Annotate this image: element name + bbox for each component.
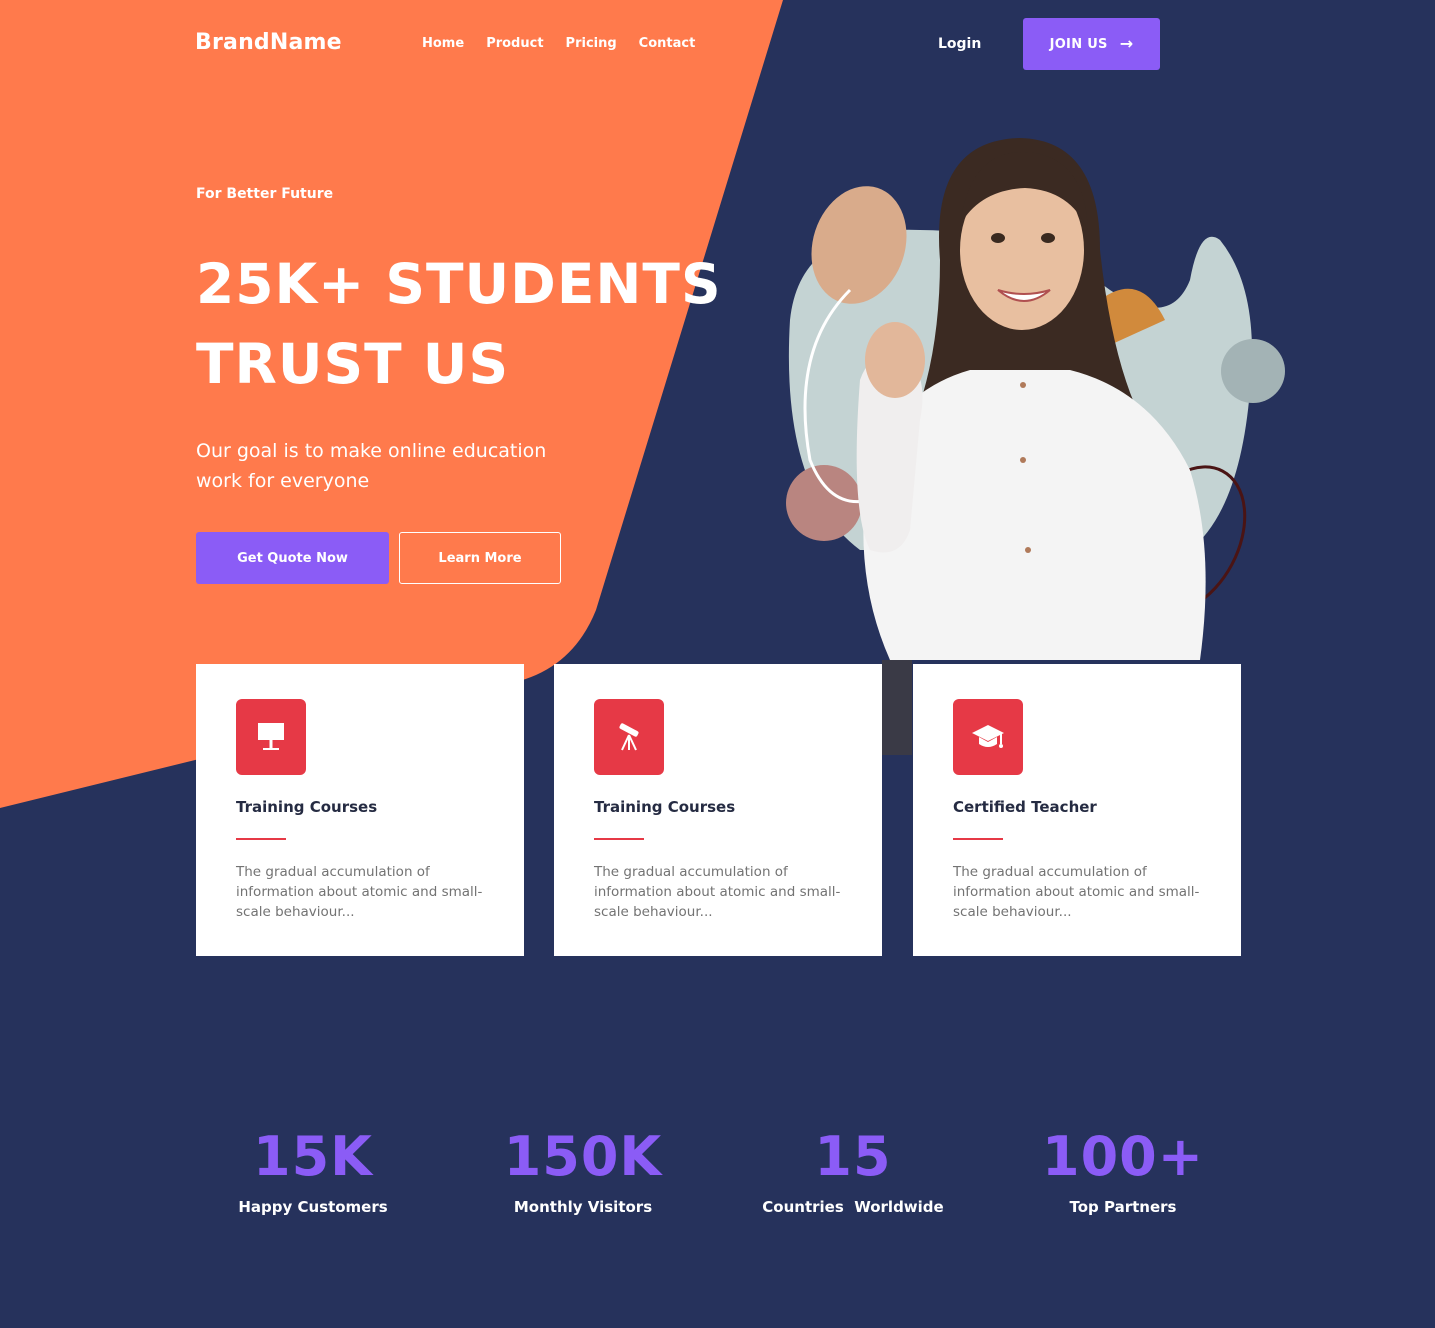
headline-line-2: TRUST US: [196, 332, 510, 396]
stat-item: 150K Monthly Visitors: [453, 1125, 713, 1217]
stat-label: Countries Worldwide: [762, 1198, 944, 1216]
card-divider: [594, 838, 644, 840]
nav-home[interactable]: Home: [422, 36, 464, 51]
nav-product[interactable]: Product: [486, 36, 543, 51]
stat-label: Monthly Visitors: [513, 1198, 653, 1216]
hero-subtitle: Our goal is to make online education wor…: [196, 440, 547, 492]
card-description: The gradual accumulation of information …: [594, 864, 841, 920]
feature-card[interactable]: Certified Teacher The gradual accumulati…: [913, 664, 1241, 956]
stat-item: 15 Countries Worldwide: [723, 1125, 983, 1217]
join-us-label: JOIN US: [1049, 36, 1108, 52]
headline-line-1: 25K+ STUDENTS: [196, 252, 722, 316]
stat-label: Top Partners: [1069, 1198, 1177, 1216]
telescope-icon: [594, 699, 664, 775]
nav-pricing[interactable]: Pricing: [566, 36, 617, 51]
main-nav: Home Product Pricing Contact: [422, 36, 695, 51]
card-description: The gradual accumulation of information …: [953, 864, 1200, 920]
stat-item: 100+ Top Partners: [993, 1125, 1253, 1217]
card-title: Training Courses: [594, 798, 736, 816]
card-title: Certified Teacher: [953, 798, 1097, 816]
stat-value: 150K: [503, 1125, 663, 1188]
stat-value: 100+: [1042, 1125, 1204, 1188]
feature-card[interactable]: Training Courses The gradual accumulatio…: [554, 664, 882, 956]
login-link[interactable]: Login: [938, 36, 981, 52]
get-quote-button[interactable]: Get Quote Now: [196, 532, 389, 584]
join-us-button[interactable]: JOIN US →: [1023, 18, 1160, 70]
arrow-right-icon: →: [1119, 34, 1134, 53]
brand-logo[interactable]: BrandName: [195, 30, 342, 55]
card-divider: [953, 838, 1003, 840]
hero-tagline: For Better Future: [196, 186, 334, 202]
feature-card[interactable]: Training Courses The gradual accumulatio…: [196, 664, 524, 956]
stat-item: 15K Happy Customers: [183, 1125, 443, 1217]
card-title: Training Courses: [236, 798, 378, 816]
nav-contact[interactable]: Contact: [639, 36, 696, 51]
card-description: The gradual accumulation of information …: [236, 864, 483, 920]
stat-value: 15: [814, 1125, 892, 1188]
stat-value: 15K: [253, 1125, 373, 1188]
hero-headline: 25K+ STUDENTS TRUST US: [196, 244, 756, 404]
card-divider: [236, 838, 286, 840]
presentation-board-icon: [236, 699, 306, 775]
learn-more-button[interactable]: Learn More: [399, 532, 561, 584]
stat-label: Happy Customers: [238, 1198, 388, 1216]
graduation-cap-icon: [953, 699, 1023, 775]
